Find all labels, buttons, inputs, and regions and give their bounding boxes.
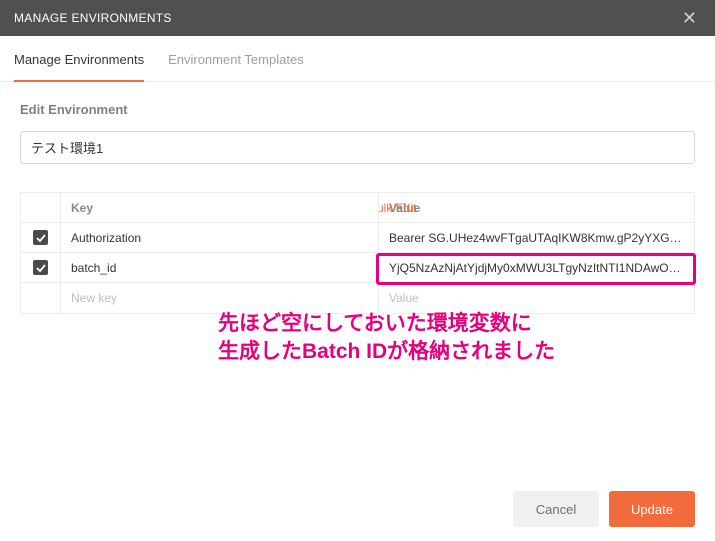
row-value-cell[interactable]: Bearer SG.UHez4wvFTgaUTAqIKW8Kmw.gP2yYXG… — [379, 223, 694, 252]
variables-table: Key Value Bulk Edit Authorization Bearer… — [20, 192, 695, 314]
row-value-text: YjQ5NzAzNjAtYjdjMy0xMWU3LTgyNzItNTI1NDAw… — [389, 261, 684, 275]
table-header-key: Key — [61, 193, 379, 222]
new-value-input[interactable]: Value — [379, 283, 694, 313]
table-row: Authorization Bearer SG.UHez4wvFTgaUTAqI… — [21, 223, 694, 253]
row-checkbox-cell[interactable] — [21, 253, 61, 282]
close-icon[interactable]: ✕ — [678, 5, 701, 31]
row-key-cell[interactable]: batch_id — [61, 253, 379, 282]
row-key-cell[interactable]: Authorization — [61, 223, 379, 252]
table-row: batch_id YjQ5NzAzNjAtYjdjMy0xMWU3LTgyNzI… — [21, 253, 694, 283]
new-value-placeholder: Value — [389, 291, 684, 305]
row-value-text: Bearer SG.UHez4wvFTgaUTAqIKW8Kmw.gP2yYXG… — [389, 231, 684, 245]
table-header-value: Value Bulk Edit — [379, 193, 694, 222]
row-key-text: batch_id — [71, 261, 116, 275]
annotation-text: 先ほど空にしておいた環境変数に 生成したBatch IDが格納されました — [218, 310, 555, 367]
update-button[interactable]: Update — [609, 491, 695, 527]
tab-environment-templates[interactable]: Environment Templates — [168, 40, 304, 82]
bulk-edit-link[interactable]: Bulk Edit — [379, 201, 684, 215]
row-checkbox-cell-empty — [21, 283, 61, 313]
table-header-row: Key Value Bulk Edit — [21, 193, 694, 223]
annotation-line2: 生成したBatch IDが格納されました — [218, 338, 555, 366]
content-area: Edit Environment Key Value Bulk Edit Aut… — [0, 82, 715, 334]
table-header-check — [21, 193, 61, 222]
footer-actions: Cancel Update — [493, 477, 715, 541]
modal-header: MANAGE ENVIRONMENTS ✕ — [0, 0, 715, 36]
annotation-line1: 先ほど空にしておいた環境変数に — [218, 310, 555, 338]
checkbox-checked-icon — [33, 260, 48, 275]
tab-manage-environments[interactable]: Manage Environments — [14, 40, 144, 82]
new-key-placeholder: New key — [71, 291, 117, 305]
row-value-cell[interactable]: YjQ5NzAzNjAtYjdjMy0xMWU3LTgyNzItNTI1NDAw… — [379, 253, 694, 282]
environment-name-input[interactable] — [20, 131, 695, 164]
cancel-button[interactable]: Cancel — [513, 491, 599, 527]
tab-bar: Manage Environments Environment Template… — [0, 36, 715, 82]
section-title-edit-env: Edit Environment — [20, 102, 695, 117]
table-row-new: New key Value — [21, 283, 694, 313]
new-key-input[interactable]: New key — [61, 283, 379, 313]
row-checkbox-cell[interactable] — [21, 223, 61, 252]
row-key-text: Authorization — [71, 231, 141, 245]
modal-title: MANAGE ENVIRONMENTS — [14, 11, 172, 25]
checkbox-checked-icon — [33, 230, 48, 245]
